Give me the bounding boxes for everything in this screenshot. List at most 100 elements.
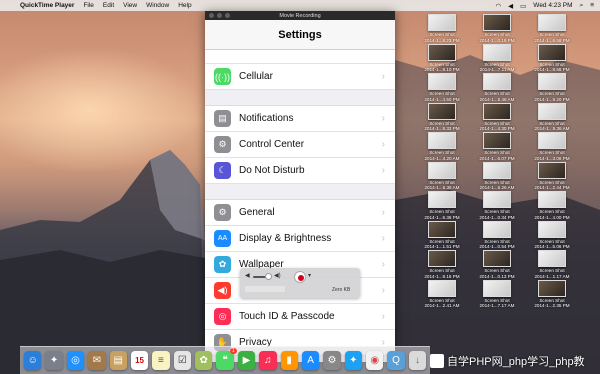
file-thumbnail	[483, 279, 511, 297]
quicktime-icon[interactable]: Q	[387, 351, 405, 370]
file-name-label: Screen Shot 2014-1...4.20 AM	[425, 150, 460, 161]
messages-icon[interactable]: ❝ 1	[216, 348, 237, 370]
volume-icon[interactable]: ◀	[508, 2, 513, 10]
itunes-icon[interactable]: ♫	[259, 351, 277, 370]
zoom-window-button[interactable]	[225, 13, 230, 18]
fingerprint-icon: ◎	[214, 308, 231, 325]
file-thumbnail	[538, 220, 566, 238]
settings-row-general[interactable]: ⚙ General ›	[205, 200, 395, 226]
file-name-title: Screen Shot	[484, 209, 510, 214]
file-name-label: Screen Shot 2014-1...8.10 PM	[424, 62, 459, 73]
notes-icon[interactable]: ≡	[152, 351, 170, 370]
notifications-label: Notifications	[239, 113, 294, 124]
touch-id-label: Touch ID & Passcode	[239, 311, 335, 322]
menu-window[interactable]: Window	[146, 2, 169, 9]
chevron-down-icon[interactable]: ▾	[308, 272, 311, 279]
settings-row-control-center[interactable]: ⚙ Control Center ›	[205, 132, 395, 158]
settings-row-cellular[interactable]: ((·)) Cellular ›	[205, 64, 395, 90]
ibooks-icon[interactable]: ▮	[280, 351, 298, 370]
close-window-button[interactable]	[209, 13, 214, 18]
file-name-date: 2014-1...2.41 AM	[424, 303, 460, 308]
file-name-label: Screen Shot 2014-1...5.26 AM	[480, 180, 515, 191]
file-thumbnail	[428, 191, 456, 208]
settings-row-partial-top	[205, 50, 395, 64]
volume-high-icon: ◀)	[274, 273, 281, 279]
menu-app-name[interactable]: QuickTime Player	[20, 2, 74, 9]
minimize-window-button[interactable]	[217, 13, 222, 18]
watermark-text: 自学PHP网_php学习_php教	[447, 356, 585, 368]
file-thumbnail	[538, 102, 566, 120]
file-name-date: 2014-1...4.50 PM	[424, 96, 460, 102]
desktop-file-icon[interactable]: Screen Shot 2014-1...2.35 PM	[525, 279, 579, 318]
file-name-label: Screen Shot 2014-1...2.44 PM	[534, 180, 569, 191]
mail-icon[interactable]: ✉	[88, 351, 106, 370]
facetime-icon[interactable]: ▶	[237, 351, 256, 370]
wifi-icon[interactable]: ◠	[495, 2, 501, 10]
launchpad-icon[interactable]: ✦	[45, 351, 63, 370]
file-name-label: Screen Shot 2014-1...9.36 AM	[535, 121, 570, 132]
recording-time-field	[245, 286, 285, 292]
volume-slider-knob[interactable]	[265, 273, 272, 280]
file-name-date: 2014-1...6.36 AM	[424, 185, 460, 190]
spotlight-icon[interactable]: ⌕	[580, 2, 584, 10]
file-name-date: 2014-1...2.44 PM	[534, 185, 570, 190]
file-name-label: Screen Shot 2014-1...5.06 PM	[534, 239, 569, 250]
file-name-label: Screen Shot 2014-1...0.34 PM	[479, 209, 514, 220]
settings-row-notifications[interactable]: ▤ Notifications ›	[205, 106, 395, 132]
recording-controls-hud[interactable]: ◀ ◀) ▾ Zero KB	[240, 268, 360, 298]
finder-icon[interactable]: ☺	[24, 351, 42, 370]
file-thumbnail	[428, 220, 456, 238]
file-name-title: Screen Shot	[539, 150, 565, 155]
file-name-label: Screen Shot 2014-1...6.58 PM	[534, 32, 569, 43]
settings-row-display[interactable]: AA Display & Brightness ›	[205, 226, 395, 252]
display-brightness-icon: AA	[214, 230, 231, 247]
battery-icon[interactable]: ▭	[520, 2, 526, 10]
file-name-date: 2014-1...9.16 PM	[424, 273, 460, 279]
menu-edit[interactable]: Edit	[103, 2, 114, 9]
contacts-icon[interactable]: ▤	[109, 351, 127, 370]
twitter-icon[interactable]: ✦	[344, 351, 362, 370]
calendar-icon[interactable]: 15	[130, 351, 149, 370]
file-name-date: 2014-1...8.10 PM	[424, 67, 460, 72]
window-title: Movie Recording	[279, 12, 321, 19]
desktop-file-icon[interactable]: Screen Shot 2014-1...2.41 AM	[415, 279, 469, 318]
chevron-right-icon: ›	[381, 285, 385, 296]
file-name-title: Screen Shot	[429, 209, 455, 214]
file-name-date: 2014-1...5.06 PM	[534, 244, 570, 249]
file-name-title: Screen Shot	[429, 91, 455, 96]
gear-icon: ⚙	[214, 204, 231, 221]
reminders-icon[interactable]: ☑	[173, 351, 191, 370]
wallpaper-icon: ✿	[214, 256, 231, 273]
menu-file[interactable]: File	[83, 2, 93, 9]
file-name-label: Screen Shot 2014-1...9.33 PM	[424, 121, 459, 132]
notification-center-icon[interactable]: ≡	[590, 2, 594, 9]
settings-row-touch-id[interactable]: ◎ Touch ID & Passcode ›	[205, 304, 395, 330]
file-name-label: Screen Shot 2014-1...2.41 AM	[425, 298, 460, 309]
file-name-date: 2014-1...0.54 PM	[479, 244, 515, 249]
menu-help[interactable]: Help	[178, 2, 191, 9]
safari-icon[interactable]: ◎	[66, 351, 85, 370]
cellular-icon: ((·))	[214, 68, 231, 85]
record-button[interactable]	[294, 271, 306, 283]
file-name-label: Screen Shot 2014-1...4.30 PM	[479, 121, 514, 132]
file-thumbnail	[483, 161, 511, 179]
settings-row-do-not-disturb[interactable]: ☾ Do Not Disturb ›	[205, 158, 395, 184]
system-preferences-icon[interactable]: ⚙	[323, 351, 341, 370]
file-name-title: Screen Shot	[484, 91, 510, 96]
messages-badge: 1	[229, 348, 237, 354]
menubar-clock[interactable]: Wed 4:23 PM	[533, 2, 572, 9]
settings-group-gap	[205, 90, 395, 106]
file-thumbnail	[538, 161, 566, 179]
downloads-icon[interactable]: ↓	[408, 351, 427, 370]
photos-icon[interactable]: ✿	[195, 351, 213, 370]
file-name-date: 2014-1...5.48 AM	[479, 96, 515, 102]
file-name-label: Screen Shot 2014-1...9.20 PM	[534, 91, 569, 102]
chrome-icon[interactable]: ◉	[366, 351, 384, 370]
app-store-icon[interactable]: A	[301, 351, 320, 370]
file-thumbnail	[538, 279, 566, 297]
window-titlebar[interactable]: Movie Recording	[205, 11, 395, 20]
file-name-label: Screen Shot 2014-1...6.36 PM	[424, 209, 459, 220]
movie-recording-window[interactable]: Movie Recording Settings ((·)) Cellular …	[205, 11, 395, 362]
menu-view[interactable]: View	[123, 2, 137, 9]
desktop-file-icon[interactable]: Screen Shot 2014-1...7.17 AM	[470, 279, 524, 318]
